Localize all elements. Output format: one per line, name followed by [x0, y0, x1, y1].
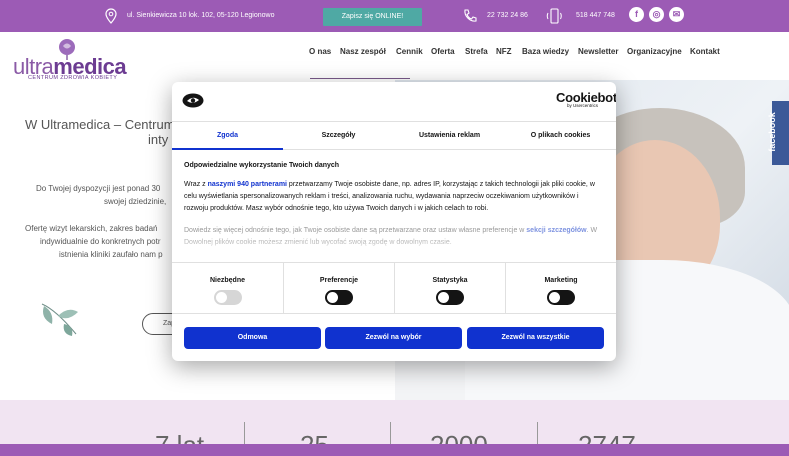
category-statistics: Statystyka [394, 263, 505, 314]
statistics-toggle[interactable] [436, 290, 464, 305]
cookie-categories: Niezbędne Preferencje Statystyka Marketi… [172, 262, 616, 314]
toggle-knob [327, 292, 338, 303]
partners-link[interactable]: naszymi 940 partnerami [208, 181, 287, 188]
category-label: Marketing [544, 277, 578, 284]
faded-prefix: Dowiedz się więcej odnośnie tego, jak Tw… [184, 227, 527, 234]
text-fade [172, 234, 616, 262]
details-section-link[interactable]: sekcji szczegółów [526, 227, 586, 234]
cookie-tabs: Zgoda Szczegóły Ustawienia reklam O plik… [172, 121, 616, 150]
cookie-description: Wraz z naszymi 940 partnerami przetwarza… [184, 179, 604, 215]
tab-ad-settings[interactable]: Ustawienia reklam [394, 122, 505, 150]
toggle-knob [215, 292, 227, 303]
website-logo-icon [182, 93, 204, 108]
tab-details[interactable]: Szczegóły [283, 122, 394, 150]
toggle-knob [438, 292, 449, 303]
marketing-toggle[interactable] [547, 290, 575, 305]
tab-about-cookies[interactable]: O plikach cookies [505, 122, 616, 150]
allow-selection-button[interactable]: Zezwól na wybór [325, 327, 462, 349]
category-label: Niezbędne [209, 277, 245, 284]
category-necessary: Niezbędne [172, 263, 283, 314]
necessary-toggle [213, 290, 242, 305]
toggle-knob [549, 292, 560, 303]
preferences-toggle[interactable] [325, 290, 353, 305]
allow-all-button[interactable]: Zezwól na wszystkie [467, 327, 604, 349]
cookie-text-prefix: Wraz z [184, 181, 208, 188]
tab-consent[interactable]: Zgoda [172, 122, 283, 150]
cookie-heading: Odpowiedzialne wykorzystanie Twoich dany… [184, 162, 340, 169]
category-label: Preferencje [319, 277, 359, 284]
cookiebot-sublabel: by Usercentrics [567, 103, 599, 108]
category-marketing: Marketing [505, 263, 616, 314]
cookie-consent-dialog: Cookiebot by Usercentrics Zgoda Szczegół… [172, 82, 616, 361]
category-label: Statystyka [432, 277, 468, 284]
deny-button[interactable]: Odmowa [184, 327, 321, 349]
category-preferences: Preferencje [283, 263, 394, 314]
